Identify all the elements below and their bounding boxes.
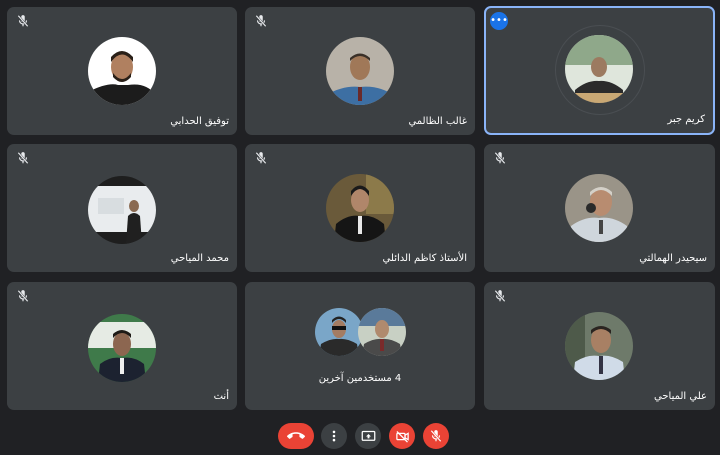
others-count-label: 4 مستخدمين آخرين — [318, 373, 402, 384]
participant-tile[interactable]: غالب الظالمي — [245, 7, 475, 135]
mic-off-icon — [255, 15, 267, 27]
mic-off-icon — [494, 152, 506, 164]
participant-tile[interactable]: محمد المياحي — [7, 144, 237, 272]
participant-name: علي المياحي — [654, 391, 707, 402]
participant-avatar — [565, 35, 633, 103]
participant-name: كريم جبر — [667, 114, 705, 125]
vertical-dots-icon — [332, 430, 336, 442]
mic-off-icon — [17, 15, 29, 27]
end-call-button[interactable] — [278, 423, 314, 449]
mic-off-icon — [494, 290, 506, 302]
hang-up-icon — [287, 432, 305, 439]
participant-name: الأستاذ كاظم الدائلي — [382, 253, 467, 264]
participant-name: محمد المياحي — [170, 253, 229, 264]
participant-avatar — [88, 314, 156, 382]
participant-avatar — [326, 37, 394, 105]
more-options-button[interactable] — [321, 423, 347, 449]
camera-off-icon — [395, 430, 409, 443]
others-group-tile[interactable]: 4 مستخدمين آخرين — [245, 282, 475, 410]
participant-avatar — [565, 174, 633, 242]
participant-avatar — [565, 312, 633, 380]
more-options-icon[interactable]: ••• — [490, 12, 508, 30]
mic-off-icon — [17, 152, 29, 164]
participant-tile[interactable]: علي المياحي — [484, 282, 715, 410]
participant-tile-active[interactable]: ••• كريم جبر — [484, 6, 715, 135]
participant-name: غالب الظالمي — [408, 116, 467, 127]
participant-tile-self[interactable]: أنت — [7, 282, 237, 410]
participant-name: أنت — [213, 391, 229, 402]
participant-tile[interactable]: سيحيدر الهمالتي — [484, 144, 715, 272]
participant-tile[interactable]: الأستاذ كاظم الدائلي — [245, 144, 475, 272]
participant-avatar — [326, 174, 394, 242]
participant-avatar — [358, 308, 406, 356]
participant-name: سيحيدر الهمالتي — [639, 253, 707, 264]
mic-off-icon — [255, 152, 267, 164]
camera-toggle-button[interactable] — [389, 423, 415, 449]
present-screen-icon — [361, 430, 375, 441]
mic-off-icon — [17, 290, 29, 302]
mic-toggle-button[interactable] — [423, 423, 449, 449]
participant-tile[interactable]: توفيق الحدابي — [7, 7, 237, 135]
participant-name: توفيق الحدابي — [170, 116, 229, 127]
participant-avatar — [88, 37, 156, 105]
mic-off-icon — [430, 430, 442, 442]
participant-avatar — [315, 308, 363, 356]
present-now-button[interactable] — [355, 423, 381, 449]
participant-avatar — [88, 176, 156, 244]
